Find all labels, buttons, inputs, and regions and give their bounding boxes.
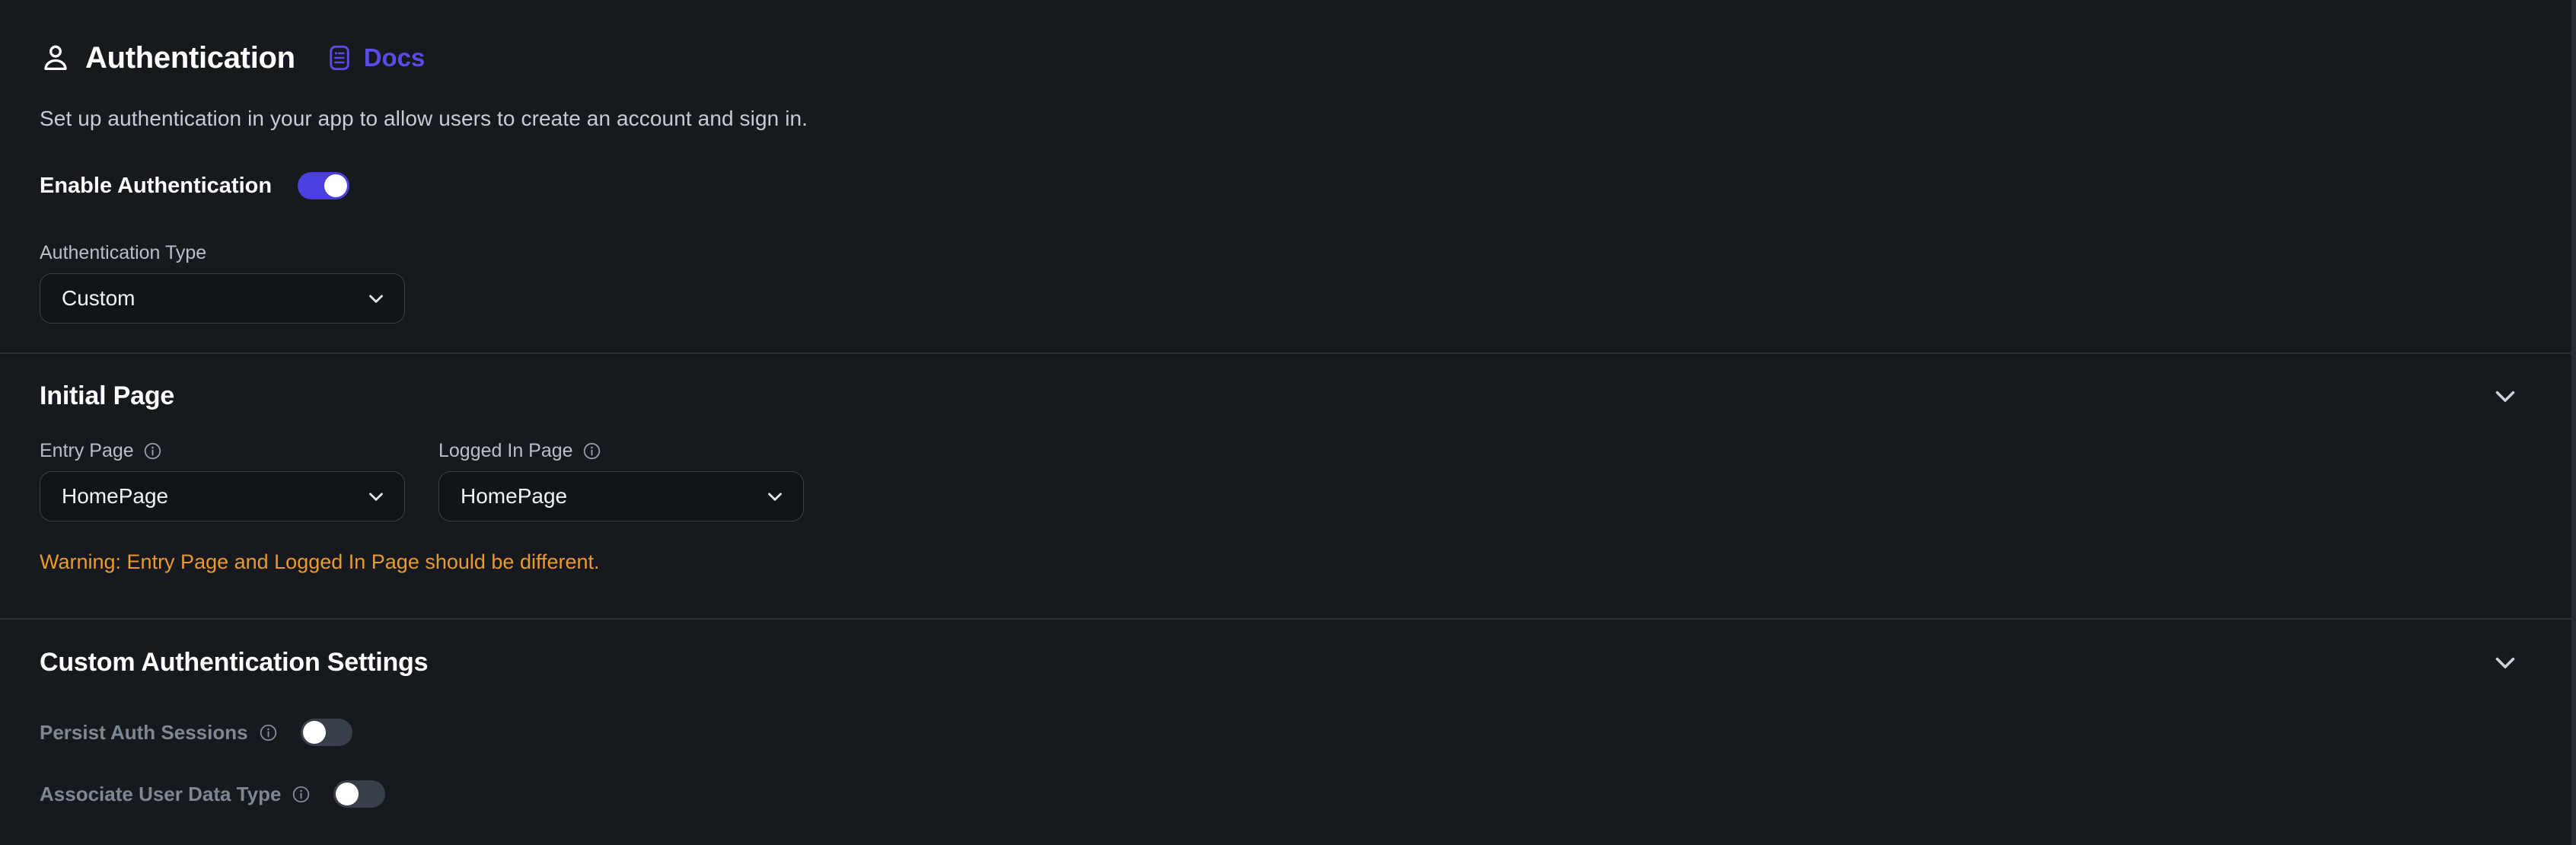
authentication-type-select[interactable]: Custom	[40, 273, 405, 324]
enable-authentication-toggle[interactable]	[298, 172, 350, 199]
page-title: Authentication	[85, 41, 295, 75]
persist-auth-sessions-toggle[interactable]	[300, 719, 352, 746]
info-icon[interactable]	[259, 723, 278, 742]
toggle-knob	[336, 783, 359, 805]
toggle-knob	[324, 174, 348, 197]
entry-page-value: HomePage	[62, 484, 169, 508]
chevron-down-icon	[768, 493, 782, 501]
associate-user-data-type-label: Associate User Data Type	[40, 782, 282, 805]
page-header: Authentication Docs	[40, 37, 425, 79]
page-description: Set up authentication in your app to all…	[40, 107, 808, 130]
authentication-type-value: Custom	[62, 286, 135, 310]
authentication-settings-page: Authentication Docs Set up authenticatio…	[0, 0, 2576, 845]
toggle-knob	[302, 721, 326, 744]
initial-page-warning: Warning: Entry Page and Logged In Page s…	[40, 550, 600, 573]
entry-page-label-text: Entry Page	[40, 440, 134, 461]
info-icon[interactable]	[292, 785, 311, 804]
entry-page-select[interactable]: HomePage	[40, 471, 405, 521]
document-icon	[330, 45, 349, 71]
logged-in-page-value: HomePage	[461, 484, 568, 508]
section-header-custom-auth-settings[interactable]: Custom Authentication Settings	[0, 639, 2571, 685]
entry-page-field: Entry Page HomePage	[40, 440, 405, 521]
docs-link-label: Docs	[363, 43, 426, 72]
logged-in-page-label-text: Logged In Page	[438, 440, 573, 461]
section-header-initial-page[interactable]: Initial Page	[0, 373, 2571, 419]
associate-user-data-type-toggle[interactable]	[333, 780, 386, 808]
logged-in-page-label: Logged In Page	[438, 440, 804, 462]
persist-auth-sessions-row: Persist Auth Sessions	[40, 716, 352, 749]
section-divider	[0, 352, 2571, 354]
info-icon[interactable]	[143, 442, 162, 461]
person-icon	[44, 45, 67, 71]
entry-page-label: Entry Page	[40, 440, 405, 462]
enable-authentication-row: Enable Authentication	[40, 166, 350, 206]
persist-auth-sessions-label: Persist Auth Sessions	[40, 720, 248, 744]
section-title-initial-page: Initial Page	[40, 381, 175, 410]
authentication-type-label: Authentication Type	[40, 242, 405, 264]
authentication-type-label-text: Authentication Type	[40, 242, 207, 263]
associate-user-data-type-row: Associate User Data Type	[40, 777, 386, 811]
enable-authentication-label: Enable Authentication	[40, 173, 273, 198]
info-icon[interactable]	[582, 442, 601, 461]
chevron-down-icon[interactable]	[2489, 646, 2521, 678]
chevron-down-icon[interactable]	[2489, 380, 2521, 412]
section-title-custom-auth-settings: Custom Authentication Settings	[40, 647, 429, 677]
docs-link[interactable]: Docs	[326, 43, 425, 72]
section-divider	[0, 618, 2571, 620]
logged-in-page-select[interactable]: HomePage	[438, 471, 804, 521]
logged-in-page-field: Logged In Page HomePage	[438, 440, 804, 521]
chevron-down-icon	[369, 295, 383, 303]
authentication-type-field: Authentication Type Custom	[40, 242, 405, 324]
chevron-down-icon	[369, 493, 383, 501]
